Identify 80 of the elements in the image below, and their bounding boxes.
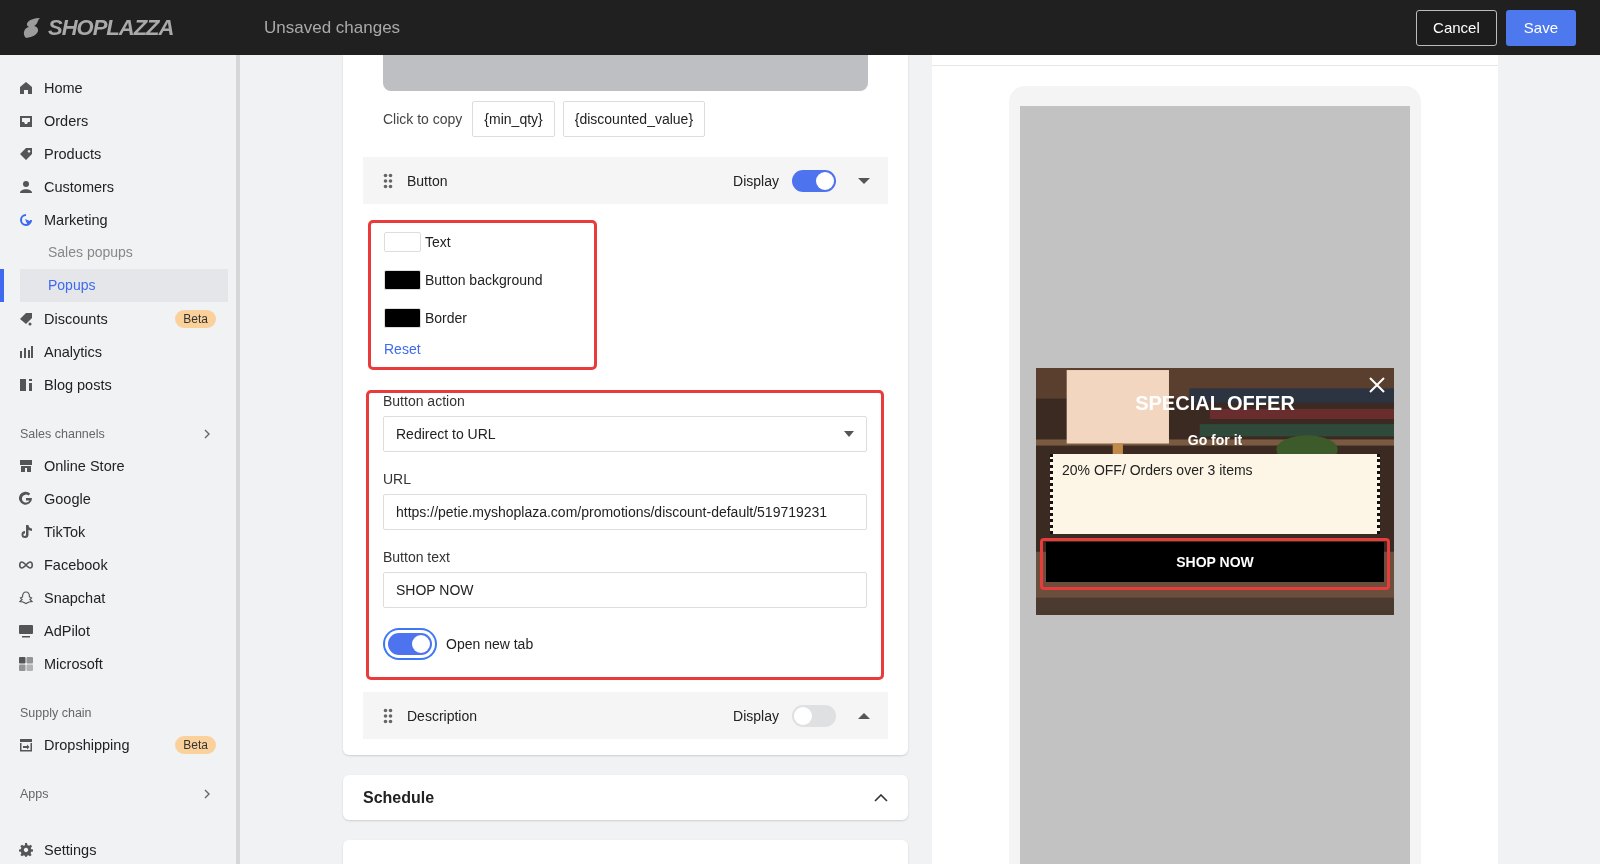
- popup-subtitle: Go for it: [1187, 432, 1243, 448]
- section-title: Button: [407, 172, 449, 189]
- nav-item[interactable]: Online Store: [0, 449, 236, 482]
- shop-now-button[interactable]: SHOP NOW: [1046, 542, 1384, 582]
- nav-item[interactable]: Analytics: [0, 335, 236, 368]
- schedule-card[interactable]: Schedule: [343, 775, 908, 821]
- home-icon: [18, 79, 34, 96]
- nav-item[interactable]: Settings: [0, 833, 236, 864]
- section-heading: Supply chain: [20, 706, 92, 720]
- section-title: Description: [407, 707, 479, 724]
- text-input[interactable]: https://petie.myshoplaza.com/promotions/discount-default/519719231: [383, 494, 867, 530]
- caret-down-icon[interactable]: [844, 431, 854, 437]
- drag-handle-icon[interactable]: [383, 172, 393, 189]
- nav-item[interactable]: Home: [0, 71, 236, 104]
- coupon-ticket: 20% OFF/ Orders over 3 items: [1050, 454, 1380, 534]
- reset-link[interactable]: Reset: [384, 341, 421, 357]
- nav-item[interactable]: Blog posts: [0, 368, 236, 401]
- nav-item[interactable]: TikTok: [0, 515, 236, 548]
- toggle-label: Open new tab: [446, 636, 534, 652]
- section-heading: Sales channels: [20, 427, 105, 441]
- field-label: Button action: [383, 393, 466, 410]
- token-button[interactable]: {min_qty}: [472, 101, 555, 137]
- section-header[interactable]: Button Display: [363, 157, 888, 204]
- chevron-up-icon[interactable]: [874, 793, 888, 802]
- bar-chart-icon: [18, 343, 34, 360]
- caret-up-icon[interactable]: [858, 711, 870, 720]
- section-header[interactable]: Description Display: [363, 692, 888, 739]
- ghost-icon: [18, 589, 34, 606]
- display-label: Display: [733, 172, 779, 189]
- display-label: Display: [733, 707, 779, 724]
- nav-item[interactable]: Dropshipping Beta: [0, 728, 236, 761]
- save-button[interactable]: Save: [1505, 9, 1576, 46]
- tag-icon: [18, 145, 34, 162]
- nav-item[interactable]: Products: [0, 137, 236, 170]
- document-icon: [18, 376, 34, 393]
- color-label: Button background: [425, 272, 543, 288]
- nav-item[interactable]: Google: [0, 482, 236, 515]
- color-swatch[interactable]: [384, 232, 421, 252]
- logo-text: SHOPLAZZA: [48, 14, 174, 41]
- display-toggle[interactable]: [792, 704, 836, 727]
- window-grid-icon: [18, 655, 34, 672]
- action-dropdown[interactable]: Redirect to URL: [383, 416, 867, 452]
- text-input[interactable]: SHOP NOW: [383, 572, 867, 608]
- nav-item[interactable]: Facebook: [0, 548, 236, 581]
- nav-item[interactable]: Snapchat: [0, 581, 236, 614]
- nav-item[interactable]: Discounts Beta: [0, 302, 236, 335]
- token-button[interactable]: {discounted_value}: [562, 101, 706, 137]
- gear-icon: [18, 841, 34, 858]
- storefront-icon: [18, 457, 34, 474]
- beta-badge: Beta: [175, 309, 216, 328]
- nav-item[interactable]: AdPilot: [0, 614, 236, 647]
- color-label: Text: [425, 234, 451, 250]
- chevron-right-icon[interactable]: [202, 429, 212, 439]
- field-label: Button text: [383, 549, 451, 566]
- nav-item[interactable]: Customers: [0, 170, 236, 203]
- nav-item[interactable]: Orders: [0, 104, 236, 137]
- display-toggle[interactable]: [792, 169, 836, 192]
- import-box-icon: [18, 736, 34, 753]
- chevron-right-icon[interactable]: [202, 789, 212, 799]
- person-icon: [18, 178, 34, 195]
- color-swatch[interactable]: [384, 308, 421, 328]
- discount-tag-icon: [18, 310, 34, 327]
- copy-label: Click to copy: [383, 111, 463, 127]
- nav-item[interactable]: Microsoft: [0, 647, 236, 680]
- cancel-button[interactable]: Cancel: [1416, 9, 1497, 46]
- page-status: Unsaved changes: [264, 17, 402, 38]
- section-heading: Apps: [20, 787, 49, 801]
- g-letter-icon: [18, 490, 34, 507]
- drag-handle-icon[interactable]: [383, 707, 393, 724]
- field-label: URL: [383, 471, 412, 488]
- color-label: Border: [425, 310, 468, 326]
- color-swatch[interactable]: [384, 270, 421, 290]
- close-icon[interactable]: [1369, 377, 1385, 393]
- nav-subitem[interactable]: Popups: [0, 269, 228, 302]
- music-note-icon: [18, 523, 34, 540]
- beta-badge: Beta: [175, 735, 216, 754]
- card-title: Schedule: [363, 788, 435, 807]
- nav-item[interactable]: Marketing: [0, 203, 236, 236]
- caret-down-icon[interactable]: [858, 176, 870, 185]
- monitor-icon: [18, 622, 34, 639]
